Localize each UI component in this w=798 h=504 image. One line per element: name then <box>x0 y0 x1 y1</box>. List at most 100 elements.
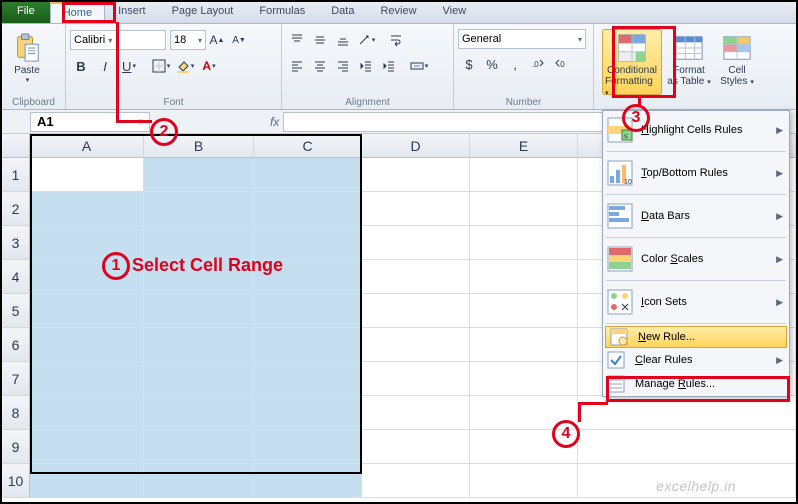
cell-C10[interactable] <box>254 464 362 498</box>
cell-D5[interactable] <box>362 294 470 328</box>
cell-E3[interactable] <box>470 226 578 260</box>
comma-button[interactable]: , <box>504 53 526 75</box>
cell-D1[interactable] <box>362 158 470 192</box>
cell-A7[interactable] <box>30 362 144 396</box>
cell-A10[interactable] <box>30 464 144 498</box>
borders-button[interactable]: ▾ <box>150 55 172 77</box>
align-right-button[interactable] <box>332 55 354 77</box>
orientation-button[interactable]: ▾ <box>355 29 377 51</box>
tab-data[interactable]: Data <box>318 2 367 23</box>
col-header-A[interactable]: A <box>30 134 144 158</box>
currency-button[interactable]: $ <box>458 53 480 75</box>
cell-E5[interactable] <box>470 294 578 328</box>
cell-C2[interactable] <box>254 192 362 226</box>
cell-B9[interactable] <box>144 430 254 464</box>
cell-E2[interactable] <box>470 192 578 226</box>
align-middle-button[interactable] <box>309 29 331 51</box>
menu-clear-rules[interactable]: Clear Rules ▶ <box>603 348 789 372</box>
cell-D3[interactable] <box>362 226 470 260</box>
underline-button[interactable]: U▾ <box>118 55 140 77</box>
bold-button[interactable]: B <box>70 55 92 77</box>
indent-dec-button[interactable] <box>355 55 377 77</box>
merge-button[interactable]: ▾ <box>408 55 430 77</box>
format-as-table-button[interactable]: Format as Table ▾ <box>664 29 714 95</box>
align-center-button[interactable] <box>309 55 331 77</box>
shrink-font-button[interactable]: A▼ <box>228 29 250 51</box>
font-color-button[interactable]: A▾ <box>198 55 220 77</box>
cell-C8[interactable] <box>254 396 362 430</box>
align-bottom-button[interactable] <box>332 29 354 51</box>
fx-icon[interactable]: fx <box>270 115 279 129</box>
col-header-E[interactable]: E <box>470 134 578 158</box>
menu-manage-rules[interactable]: Manage Rules... <box>603 372 789 396</box>
select-all-corner[interactable] <box>2 134 30 158</box>
row-header-10[interactable]: 10 <box>2 464 30 498</box>
cell-C5[interactable] <box>254 294 362 328</box>
number-format-combo[interactable]: General ▾ <box>458 29 586 49</box>
row-header-9[interactable]: 9 <box>2 430 30 464</box>
cell-E4[interactable] <box>470 260 578 294</box>
cell-D8[interactable] <box>362 396 470 430</box>
font-size-combo[interactable]: 18 ▾ <box>170 30 206 50</box>
cell-D9[interactable] <box>362 430 470 464</box>
tab-insert[interactable]: Insert <box>105 2 159 23</box>
tab-file[interactable]: File <box>2 2 50 23</box>
cell-A1[interactable] <box>30 158 144 192</box>
cell-D7[interactable] <box>362 362 470 396</box>
tab-view[interactable]: View <box>430 2 480 23</box>
cell-A5[interactable] <box>30 294 144 328</box>
cell-B8[interactable] <box>144 396 254 430</box>
indent-inc-button[interactable] <box>378 55 400 77</box>
cell-E1[interactable] <box>470 158 578 192</box>
align-left-button[interactable] <box>286 55 308 77</box>
dec-decimal-button[interactable]: .0 <box>550 53 572 75</box>
cell-D10[interactable] <box>362 464 470 498</box>
percent-button[interactable]: % <box>481 53 503 75</box>
inc-decimal-button[interactable]: .0 <box>527 53 549 75</box>
tab-formulas[interactable]: Formulas <box>246 2 318 23</box>
cell-C7[interactable] <box>254 362 362 396</box>
cell-D2[interactable] <box>362 192 470 226</box>
cell-C6[interactable] <box>254 328 362 362</box>
fill-color-button[interactable]: ▾ <box>174 55 196 77</box>
tab-home[interactable]: Home <box>50 2 105 23</box>
cell-E7[interactable] <box>470 362 578 396</box>
col-header-D[interactable]: D <box>362 134 470 158</box>
menu-data-bars[interactable]: Data Bars ▶ <box>603 197 789 235</box>
menu-new-rule[interactable]: New Rule... <box>605 326 787 348</box>
cell-A2[interactable] <box>30 192 144 226</box>
menu-top-bottom-rules[interactable]: 10 Top/Bottom Rules ▶ <box>603 154 789 192</box>
menu-color-scales[interactable]: Color Scales ▶ <box>603 240 789 278</box>
menu-icon-sets[interactable]: Icon Sets ▶ <box>603 283 789 321</box>
cell-B6[interactable] <box>144 328 254 362</box>
row-header-7[interactable]: 7 <box>2 362 30 396</box>
col-header-C[interactable]: C <box>254 134 362 158</box>
cell-A8[interactable] <box>30 396 144 430</box>
row-header-2[interactable]: 2 <box>2 192 30 226</box>
paste-button[interactable]: Paste ▾ <box>6 29 48 95</box>
row-header-6[interactable]: 6 <box>2 328 30 362</box>
wrap-text-button[interactable] <box>385 29 407 51</box>
cell-A9[interactable] <box>30 430 144 464</box>
cell-C9[interactable] <box>254 430 362 464</box>
cell-B2[interactable] <box>144 192 254 226</box>
tab-review[interactable]: Review <box>367 2 429 23</box>
row-header-4[interactable]: 4 <box>2 260 30 294</box>
formula-input[interactable] <box>283 112 623 132</box>
row-header-5[interactable]: 5 <box>2 294 30 328</box>
tab-page-layout[interactable]: Page Layout <box>159 2 247 23</box>
cell-B7[interactable] <box>144 362 254 396</box>
cell-B5[interactable] <box>144 294 254 328</box>
cell-B10[interactable] <box>144 464 254 498</box>
row-header-3[interactable]: 3 <box>2 226 30 260</box>
align-top-button[interactable] <box>286 29 308 51</box>
cell-A6[interactable] <box>30 328 144 362</box>
cell-D4[interactable] <box>362 260 470 294</box>
cell-A3[interactable] <box>30 226 144 260</box>
conditional-formatting-button[interactable]: Conditional Formatting ▾ <box>602 29 662 95</box>
cell-B1[interactable] <box>144 158 254 192</box>
cell-styles-button[interactable]: Cell Styles ▾ <box>716 29 758 95</box>
cell-E10[interactable] <box>470 464 578 498</box>
grow-font-button[interactable]: A▲ <box>206 29 228 51</box>
cell-D6[interactable] <box>362 328 470 362</box>
